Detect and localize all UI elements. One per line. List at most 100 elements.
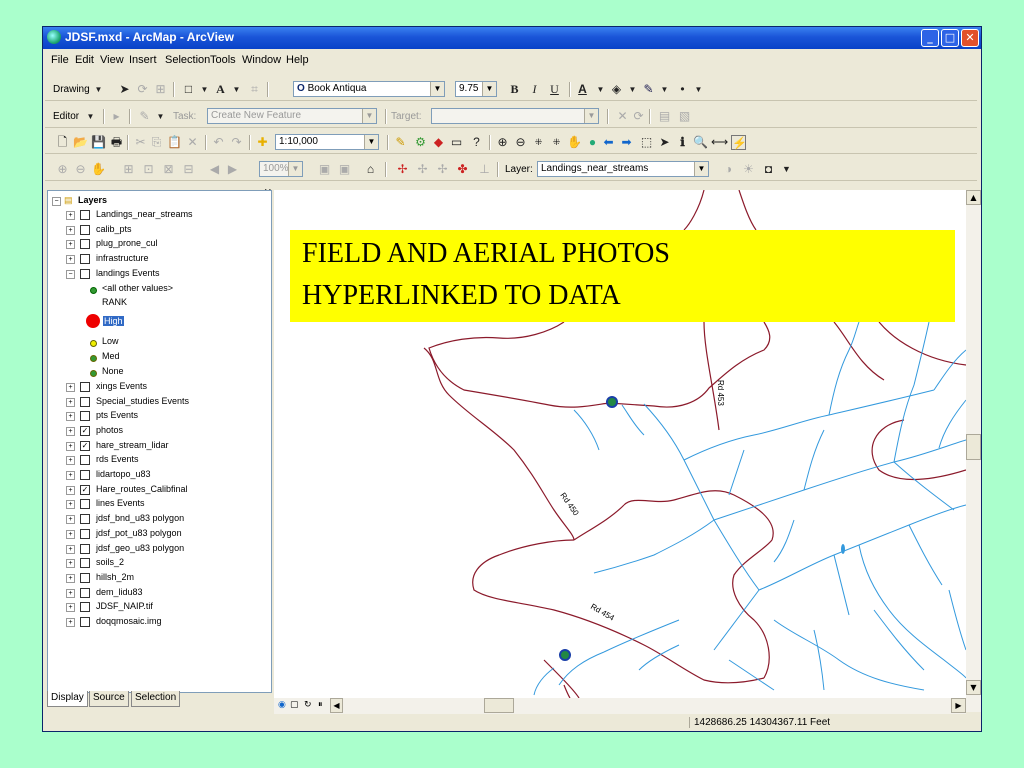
collapse-icon[interactable]: − [66,269,75,279]
zoom-page-icon[interactable]: ⊟ [181,162,196,177]
expand-icon[interactable]: + [66,500,75,510]
menu-tools[interactable]: Tools [210,54,236,66]
menu-insert[interactable]: Insert [129,54,157,66]
focus-data-frame-icon[interactable]: ▣ [337,162,352,177]
full-extent-icon[interactable]: ● [585,135,600,150]
layer-visibility-checkbox[interactable] [80,499,90,510]
expand-icon[interactable]: + [66,412,75,422]
underline-icon[interactable]: U [547,82,562,97]
italic-icon[interactable]: I [527,82,542,97]
layer-visibility-checkbox[interactable] [80,558,90,569]
fixed-zoom-out-icon[interactable]: ⁜ [549,135,564,150]
expand-icon[interactable]: + [66,588,75,598]
layer-visibility-checkbox[interactable] [80,239,90,250]
layer-visibility-checkbox[interactable] [80,381,90,392]
layer-visibility-checkbox[interactable] [80,528,90,539]
layer-visibility-checkbox[interactable] [80,411,90,422]
chevron-down-icon[interactable]: ▼ [625,82,640,97]
tab-source[interactable]: Source [89,691,129,707]
previous-extent-page-icon[interactable]: ◀ [207,162,222,177]
expand-icon[interactable]: + [66,515,75,525]
expand-icon[interactable]: + [66,382,75,392]
next-extent-page-icon[interactable]: ▶ [225,162,240,177]
scroll-thumb[interactable] [484,698,514,713]
chevron-down-icon[interactable]: ▼ [197,82,212,97]
layer-visibility-checkbox[interactable]: ✓ [80,425,90,436]
open-folder-icon[interactable]: 📂 [73,135,88,150]
expand-icon[interactable]: + [66,618,75,627]
print-icon[interactable]: 🖶 [109,135,124,150]
change-layout-icon[interactable]: ⌂ [363,162,378,177]
menu-window[interactable]: Window [242,54,281,66]
title-bar[interactable]: JDSF.mxd - ArcMap - ArcView _ □ ✕ [43,27,981,49]
arctoolbox-icon[interactable]: ⚙ [413,135,428,150]
target-select[interactable]: ▼ [431,108,599,124]
scroll-left-button[interactable]: ◀ [330,698,343,713]
bold-icon[interactable]: B [507,82,522,97]
zoom-percent-select[interactable]: 100% ▼ [259,161,303,177]
edit-tool-icon[interactable]: ▸ [109,109,124,124]
zoom-100-icon[interactable]: ⊡ [141,162,156,177]
layer-visibility-checkbox[interactable] [80,268,90,279]
expand-icon[interactable]: + [66,426,75,436]
back-extent-icon[interactable]: ⬅ [601,135,616,150]
georef-tool-icon[interactable]: ✤ [455,162,470,177]
rotate-feature-icon[interactable]: ⟳ [631,109,646,124]
layer-visibility-checkbox[interactable] [80,602,90,613]
chevron-down-icon[interactable]: ▼ [153,109,168,124]
save-icon[interactable]: 💾 [91,135,106,150]
measure-icon[interactable]: ⟷ [711,135,728,150]
menu-file[interactable]: File [51,54,69,66]
split-tool-icon[interactable]: ✕ [615,109,630,124]
georef-tool-icon[interactable]: ⊥ [477,162,492,177]
layout-view-icon[interactable]: ▢ [290,700,299,710]
menu-view[interactable]: View [100,54,124,66]
expand-icon[interactable]: + [66,397,75,407]
scroll-down-button[interactable]: ▼ [966,680,981,695]
tab-display[interactable]: Display [47,691,88,707]
forward-extent-icon[interactable]: ➡ [619,135,634,150]
line-color-icon[interactable]: ✎ [641,82,656,97]
hyperlink-icon[interactable]: ⚡ [731,135,747,150]
editor-menu[interactable]: Editor [53,111,79,122]
close-button[interactable]: ✕ [961,29,979,47]
expand-icon[interactable]: + [66,240,75,250]
layer-visibility-checkbox[interactable] [80,543,90,554]
edit-vertices-icon[interactable]: ⌗ [247,82,262,97]
layer-visibility-checkbox[interactable] [80,396,90,407]
layer-visibility-checkbox[interactable] [80,210,90,220]
expand-icon[interactable]: + [66,225,75,235]
task-select[interactable]: Create New Feature ▼ [207,108,377,124]
map-scale-select[interactable]: 1:10,000 ▼ [275,134,379,150]
georef-tool-icon[interactable]: ✢ [415,162,430,177]
expand-icon[interactable]: + [66,441,75,451]
expand-icon[interactable]: + [66,211,75,220]
expand-icon[interactable]: + [66,485,75,495]
delete-icon[interactable]: ✕ [185,135,200,150]
layer-visibility-checkbox[interactable] [80,572,90,583]
layer-visibility-checkbox[interactable] [80,455,90,466]
zoom-out-icon[interactable]: ⊖ [513,135,528,150]
drawing-menu[interactable]: Drawing [53,84,90,95]
redo-icon[interactable]: ↷ [229,135,244,150]
command-line-icon[interactable]: ▭ [449,135,464,150]
map-display[interactable]: Rd 453 Rd 450 Rd 454 FIELD AND AERIAL PH… [274,190,966,698]
chevron-down-icon[interactable]: ▼ [91,82,106,97]
layer-visibility-checkbox[interactable] [80,470,90,480]
zoom-in-icon[interactable]: ⊕ [495,135,510,150]
rotate-icon[interactable]: ⟳ [135,82,150,97]
identify-icon[interactable]: ℹ [675,135,690,150]
select-elements-icon[interactable]: ➤ [657,135,672,150]
layer-visibility-checkbox[interactable] [80,587,90,598]
text-tool-icon[interactable]: A [213,82,228,97]
select-elements-icon[interactable]: ➤ [117,82,132,97]
contrast-icon[interactable]: ◑ [721,162,736,177]
layer-visibility-checkbox[interactable]: ✓ [80,440,90,451]
new-document-icon[interactable]: 🗋 [55,135,70,150]
expand-icon[interactable]: + [66,544,75,554]
chevron-down-icon[interactable]: ▼ [593,82,608,97]
chevron-down-icon[interactable]: ▼ [229,82,244,97]
expand-icon[interactable]: + [66,471,75,480]
menu-selection[interactable]: Selection [165,54,210,66]
expand-icon[interactable]: + [66,573,75,583]
